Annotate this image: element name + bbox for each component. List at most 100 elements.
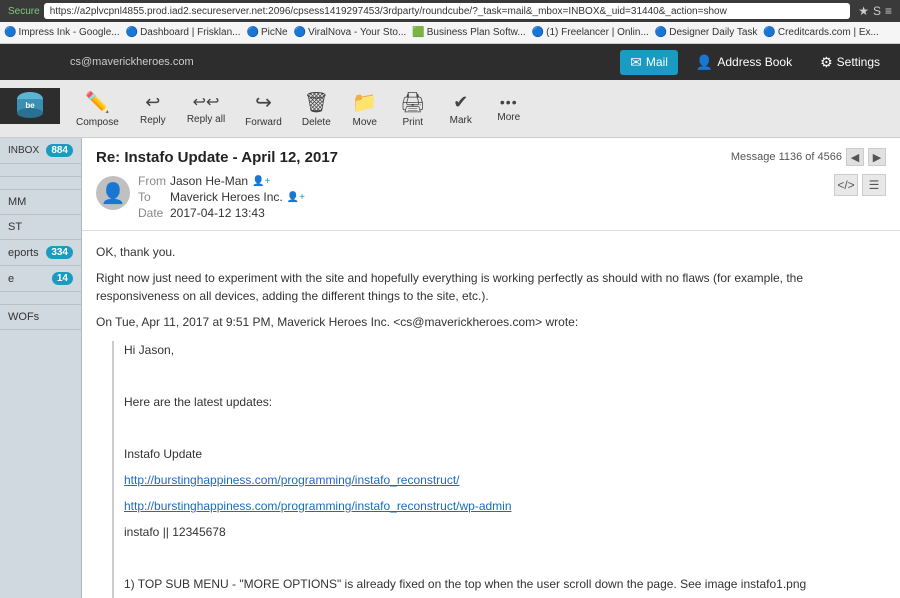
app-logo: be — [0, 88, 60, 124]
bookmark-item[interactable]: 🔵 Impress Ink - Google... — [4, 27, 120, 38]
quote-instafo: instafo || 12345678 — [124, 523, 886, 541]
share-icon[interactable]: S — [873, 4, 881, 18]
bookmark-item[interactable]: 🟩 Business Plan Softw... — [412, 27, 525, 38]
bookmarks-bar: 🔵 Impress Ink - Google... 🔵 Dashboard | … — [0, 22, 900, 44]
more-icon: ••• — [500, 94, 518, 110]
from-row: From Jason He-Man 👤+ — [138, 174, 834, 188]
mail-icon: ✉ — [630, 54, 642, 71]
reply-all-label: Reply all — [187, 114, 225, 125]
add-sender-icon[interactable]: 👤+ — [252, 176, 270, 187]
bookmark-item[interactable]: 🔵 (1) Freelancer | Onlin... — [532, 27, 649, 38]
reply-button[interactable]: ↩ Reply — [131, 88, 175, 130]
sidebar-label-e: e — [8, 273, 14, 285]
compose-button[interactable]: ✏️ Compose — [68, 86, 127, 132]
address-book-nav-label: Address Book — [717, 55, 792, 69]
gear-icon: ⚙ — [820, 54, 833, 71]
move-label: Move — [353, 117, 377, 128]
settings-nav-button[interactable]: ⚙ Settings — [810, 50, 890, 75]
quoted-content: Hi Jason, Here are the latest updates: I… — [112, 341, 886, 598]
main-layout: INBOX 884 MM ST eports 334 e 14 WOFs — [0, 138, 900, 598]
address-book-nav-button[interactable]: 👤 Address Book — [686, 50, 802, 75]
print-button[interactable]: 🖨 Print — [391, 86, 435, 132]
app-header: be cs@maverickheroes.com ✉ Mail 👤 Addres… — [0, 44, 900, 80]
print-label: Print — [402, 117, 423, 128]
sidebar-item-1[interactable] — [0, 164, 81, 177]
sidebar-item-2[interactable] — [0, 177, 81, 190]
message-counter: Message 1136 of 4566 — [731, 151, 842, 163]
quote-blank3 — [124, 549, 886, 567]
sidebar-item-blank[interactable] — [0, 292, 81, 305]
forward-button[interactable]: ↪ Forward — [237, 86, 290, 132]
to-row: To Maverick Heroes Inc. 👤+ — [138, 190, 834, 204]
delete-icon: 🗑 — [304, 90, 329, 115]
sidebar: INBOX 884 MM ST eports 334 e 14 WOFs — [0, 138, 82, 598]
prev-message-button[interactable]: ◀ — [846, 148, 864, 166]
bookmark-item[interactable]: 🔵 Creditcards.com | Ex... — [763, 27, 878, 38]
svg-text:be: be — [25, 101, 35, 110]
sidebar-label-st: ST — [8, 221, 22, 233]
sidebar-item-st[interactable]: ST — [0, 215, 81, 240]
bookmark-item[interactable]: 🔵 ViralNova - Your Sto... — [294, 27, 407, 38]
bookmark-item[interactable]: 🔵 Designer Daily Task — [655, 27, 758, 38]
reply-all-icon: ↩↩ — [193, 92, 220, 112]
from-value: Jason He-Man — [170, 174, 248, 188]
quote-section: Instafo Update — [124, 445, 886, 463]
reply-all-button[interactable]: ↩↩ Reply all — [179, 88, 233, 129]
e-badge: 14 — [52, 272, 73, 285]
sidebar-item-reports[interactable]: eports 334 — [0, 240, 81, 266]
mail-nav-label: Mail — [646, 55, 668, 69]
more-label: More — [497, 112, 520, 123]
move-button[interactable]: 📁 Move — [343, 86, 387, 132]
date-label: Date — [138, 206, 170, 220]
quote-link2[interactable]: http://burstinghappiness.com/programming… — [124, 497, 886, 515]
email-actions: </> ☰ — [834, 174, 886, 222]
user-email: cs@maverickheroes.com — [70, 56, 194, 68]
reply-icon: ↩ — [145, 92, 160, 113]
sidebar-label-mm: MM — [8, 196, 26, 208]
print-icon: 🖨 — [400, 90, 425, 115]
browser-action-icons: ★ S ≡ — [858, 4, 892, 18]
star-icon[interactable]: ★ — [858, 4, 869, 18]
sidebar-item-mm[interactable]: MM — [0, 190, 81, 215]
from-label: From — [138, 174, 170, 188]
secure-indicator: Secure — [8, 6, 40, 17]
email-subject-row: Re: Instafo Update - April 12, 2017 Mess… — [96, 148, 886, 166]
next-message-button[interactable]: ▶ — [868, 148, 886, 166]
email-fields: From Jason He-Man 👤+ To Maverick Heroes … — [138, 174, 834, 222]
more-button[interactable]: ••• More — [487, 90, 531, 127]
sidebar-item-e[interactable]: e 14 — [0, 266, 81, 292]
settings-nav-label: Settings — [837, 55, 880, 69]
bookmark-item[interactable]: 🔵 Dashboard | Frisklan... — [126, 27, 241, 38]
bookmark-item[interactable]: 🔵 PicNe — [246, 27, 287, 38]
mark-button[interactable]: ✔ Mark — [439, 88, 483, 130]
source-button[interactable]: </> — [834, 174, 858, 196]
menu-icon[interactable]: ≡ — [885, 4, 892, 18]
list-button[interactable]: ☰ — [862, 174, 886, 196]
reports-badge: 334 — [46, 246, 73, 259]
to-value: Maverick Heroes Inc. — [170, 190, 283, 204]
email-meta: 👤 From Jason He-Man 👤+ To Maverick Heroe… — [96, 174, 886, 222]
email-nav: Message 1136 of 4566 ◀ ▶ — [731, 148, 886, 166]
quote-greeting: Hi Jason, — [124, 341, 886, 359]
mark-label: Mark — [450, 115, 472, 126]
body-line-4: On Tue, Apr 11, 2017 at 9:51 PM, Maveric… — [96, 313, 886, 331]
move-icon: 📁 — [352, 90, 377, 115]
sidebar-item-inbox[interactable]: INBOX 884 — [0, 138, 81, 164]
body-line-2: Right now just need to experiment with t… — [96, 269, 886, 305]
inbox-label: INBOX — [8, 145, 39, 156]
sidebar-item-wofs[interactable]: WOFs — [0, 305, 81, 330]
address-book-icon: 👤 — [696, 54, 713, 71]
email-header: Re: Instafo Update - April 12, 2017 Mess… — [82, 138, 900, 231]
sidebar-label-reports: eports — [8, 247, 39, 259]
quote-blank2 — [124, 419, 886, 437]
quote-blank — [124, 367, 886, 385]
add-recipient-icon[interactable]: 👤+ — [287, 192, 305, 203]
quote-link1[interactable]: http://burstinghappiness.com/programming… — [124, 471, 886, 489]
delete-button[interactable]: 🗑 Delete — [294, 86, 339, 132]
mail-nav-button[interactable]: ✉ Mail — [620, 50, 678, 75]
email-content-area: Re: Instafo Update - April 12, 2017 Mess… — [82, 138, 900, 598]
toolbar: ✏️ Compose ↩ Reply ↩↩ Reply all ↪ Forwar… — [0, 80, 900, 138]
delete-label: Delete — [302, 117, 331, 128]
quote-intro: Here are the latest updates: — [124, 393, 886, 411]
url-bar[interactable]: https://a2plvcpnl4855.prod.iad2.securese… — [44, 3, 851, 19]
